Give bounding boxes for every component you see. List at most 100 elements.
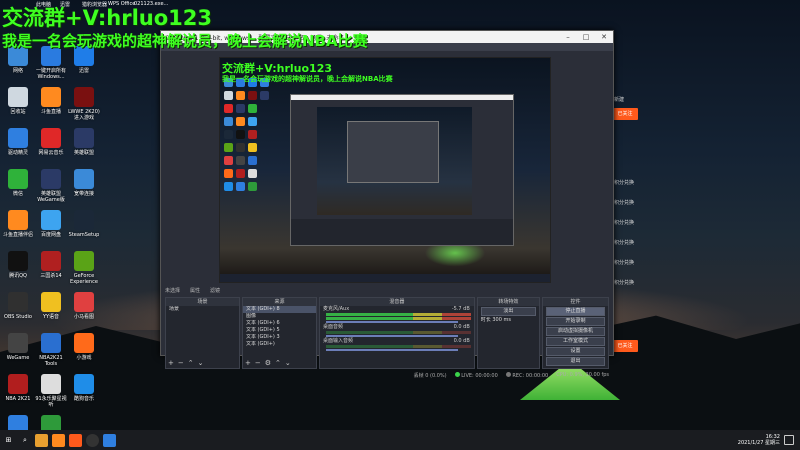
volume-slider[interactable] — [325, 321, 458, 323]
desktop-icon[interactable]: 微信 — [1, 169, 35, 197]
close-icon[interactable]: ✕ — [595, 33, 613, 41]
doc-icon — [41, 415, 61, 430]
sources-header: 来源 — [242, 298, 316, 306]
dropped-frames: 丢帧 0 (0.0%) — [413, 372, 447, 379]
desktop-icon[interactable]: NBA 2K21 — [1, 374, 35, 402]
start-recording-button[interactable]: 开始录制 — [545, 317, 605, 326]
desktop-icon[interactable]: WeGame — [1, 333, 35, 361]
browser-icon[interactable] — [35, 433, 48, 447]
volume-slider[interactable] — [325, 335, 458, 337]
clock[interactable]: 16:32 2021/1/27 星期三 — [738, 434, 780, 446]
obs-statusbar: 丢帧 0 (0.0%) LIVE: 00:00:00 REC: 00:00:00… — [165, 370, 609, 380]
maximize-icon[interactable]: □ — [577, 33, 595, 41]
recycle-bin-icon — [8, 87, 28, 107]
remove-icon[interactable]: − — [255, 359, 261, 367]
source-item[interactable]: 图像 — [243, 313, 316, 320]
remove-icon[interactable]: − — [178, 359, 184, 367]
gear-icon[interactable]: ⚙ — [265, 359, 271, 367]
add-icon[interactable]: + — [168, 359, 174, 367]
minimize-icon[interactable]: – — [559, 33, 577, 41]
follow-button-2[interactable]: 已关注 — [612, 340, 638, 352]
desktop-icon[interactable]: 三国杀14 — [34, 251, 68, 279]
panel-text[interactable]: 积分兑换 — [614, 199, 642, 206]
virtual-camera-button[interactable]: 启动虚拟摄像机 — [545, 327, 605, 336]
source-item[interactable]: 文本 (GDI+) 6 — [243, 320, 316, 327]
transitions-dock: 转场特效 淡出 时长 300 ms — [476, 297, 540, 369]
search-icon[interactable]: ⌕ — [19, 434, 31, 446]
move-down-icon[interactable]: ⌄ — [285, 359, 291, 367]
desktop-icon-label: 英雄联盟 — [73, 150, 94, 156]
desktop-icon[interactable]: SteamSetup — [67, 210, 101, 238]
douyu-companion-taskbar-icon[interactable] — [69, 433, 82, 447]
panel-text[interactable]: 积分兑换 — [614, 239, 642, 246]
douyu-taskbar-icon[interactable] — [52, 433, 65, 447]
desktop-icon[interactable]: 小游戏 — [67, 333, 101, 361]
desktop-icon[interactable]: 91永乐聚星视听 — [34, 374, 68, 408]
duration-value[interactable]: 300 ms — [492, 317, 511, 323]
transition-select[interactable]: 淡出 — [480, 307, 536, 316]
windows-start-icon[interactable]: ⊞ — [2, 434, 15, 447]
panel-text[interactable]: 积分兑换 — [614, 179, 642, 186]
desktop-icon[interactable]: 英雄联盟 — [67, 128, 101, 156]
desktop-icon[interactable]: YY语音 — [34, 292, 68, 320]
desktop-icon[interactable]: 酷狗音乐 — [67, 374, 101, 402]
exit-button[interactable]: 退出 — [545, 357, 605, 366]
volume-meter — [325, 313, 471, 316]
desktop-icon[interactable]: GeForce Experience — [67, 251, 101, 285]
desktop-icon[interactable]: 小马看图 — [67, 292, 101, 320]
desktop-icon[interactable]: 斗鱼直播 — [34, 87, 68, 115]
properties-button[interactable]: 属性 — [190, 287, 200, 294]
filters-button[interactable]: 滤镜 — [210, 287, 220, 294]
panel-text[interactable]: 积分兑换 — [614, 279, 642, 286]
obs-preview[interactable]: 交流群+V:hrluo123 我是一名会玩游戏的超神解说员，晚上会解说NBA比赛 — [219, 57, 551, 283]
source-item[interactable]: 文本 (GDI+) 3 — [243, 334, 316, 341]
studio-mode-button[interactable]: 工作室模式 — [545, 337, 605, 346]
move-up-icon[interactable]: ⌃ — [188, 359, 194, 367]
stop-streaming-button[interactable]: 停止直播 — [545, 307, 605, 316]
steam-icon — [74, 210, 94, 230]
desktop-icon[interactable]: 驱动精灵 — [1, 128, 35, 156]
desktop-icon-grid: 网络 一键开启所有Windows... 迅雷 回收站 斗鱼直播 LWWE 2K20) 进入… — [0, 0, 100, 430]
scene-item[interactable]: 场景 — [166, 306, 239, 313]
desktop-icon[interactable]: 回收站 — [1, 87, 35, 115]
desktop-icon[interactable]: 水浒小说库 — [34, 415, 68, 430]
desktop-icon[interactable]: LWWE 2K20) 进入游戏 — [67, 87, 101, 121]
desktop-icon[interactable]: OBS Studio — [1, 292, 35, 320]
app-taskbar-icon[interactable] — [103, 433, 116, 447]
desktop-icon[interactable]: 驱动精灵 — [1, 415, 35, 430]
move-up-icon[interactable]: ⌃ — [275, 359, 281, 367]
desktop-icon[interactable]: NBA2K21 Tools — [34, 333, 68, 367]
source-item[interactable]: 文本 (GDI+) — [243, 341, 316, 348]
move-down-icon[interactable]: ⌄ — [198, 359, 204, 367]
source-item[interactable]: 文本 (GDI+) 8 — [242, 306, 316, 313]
kugou-icon — [74, 374, 94, 394]
desktop-icon[interactable]: 斗鱼直播伴侣 — [1, 210, 35, 238]
settings-button[interactable]: 设置 — [545, 347, 605, 356]
watermark-line2: 我是一名会玩游戏的超神解说员，晚上会解说NBA比赛 — [2, 32, 368, 50]
panel-text[interactable]: 积分兑换 — [614, 259, 642, 266]
desktop-icon[interactable]: 百度网盘 — [34, 210, 68, 238]
mixer-db: -5.7 dB — [451, 306, 470, 312]
preview-watermark-line2: 我是一名会玩游戏的超神解说员，晚上会解说NBA比赛 — [222, 75, 393, 83]
preview-nested-window — [347, 121, 439, 183]
desktop-icon-label: 英雄联盟WeGame版 — [37, 191, 65, 203]
obs-taskbar-icon[interactable] — [86, 433, 99, 447]
desktop-icon[interactable]: 网易云音乐 — [34, 128, 68, 156]
desktop-icon-label: 酷狗音乐 — [73, 396, 94, 402]
desktop-icon-label: 腾讯QQ — [9, 273, 27, 279]
source-item[interactable]: 文本 (GDI+) 5 — [243, 327, 316, 334]
xiaoma-icon — [74, 292, 94, 312]
desktop-icon[interactable]: 一键开启所有Windows... — [34, 46, 68, 80]
desktop-icon-label: 驱动精灵 — [7, 150, 28, 156]
volume-slider[interactable] — [325, 349, 458, 351]
notification-icon[interactable] — [784, 435, 794, 445]
desktop-icon-label: 小游戏 — [76, 355, 92, 361]
follow-button[interactable]: 已关注 — [612, 108, 638, 120]
panel-text[interactable]: 积分兑换 — [614, 219, 642, 226]
desktop-icon[interactable]: 宽带连接 — [67, 169, 101, 197]
obs-window: OBS 26.1.1 (64-bit, windows) - 配置文件: 未命名… — [160, 30, 614, 379]
desktop-icon[interactable]: 腾讯QQ — [1, 251, 35, 279]
netease-music-icon — [41, 128, 61, 148]
add-icon[interactable]: + — [245, 359, 251, 367]
desktop-icon[interactable]: 英雄联盟WeGame版 — [34, 169, 68, 203]
